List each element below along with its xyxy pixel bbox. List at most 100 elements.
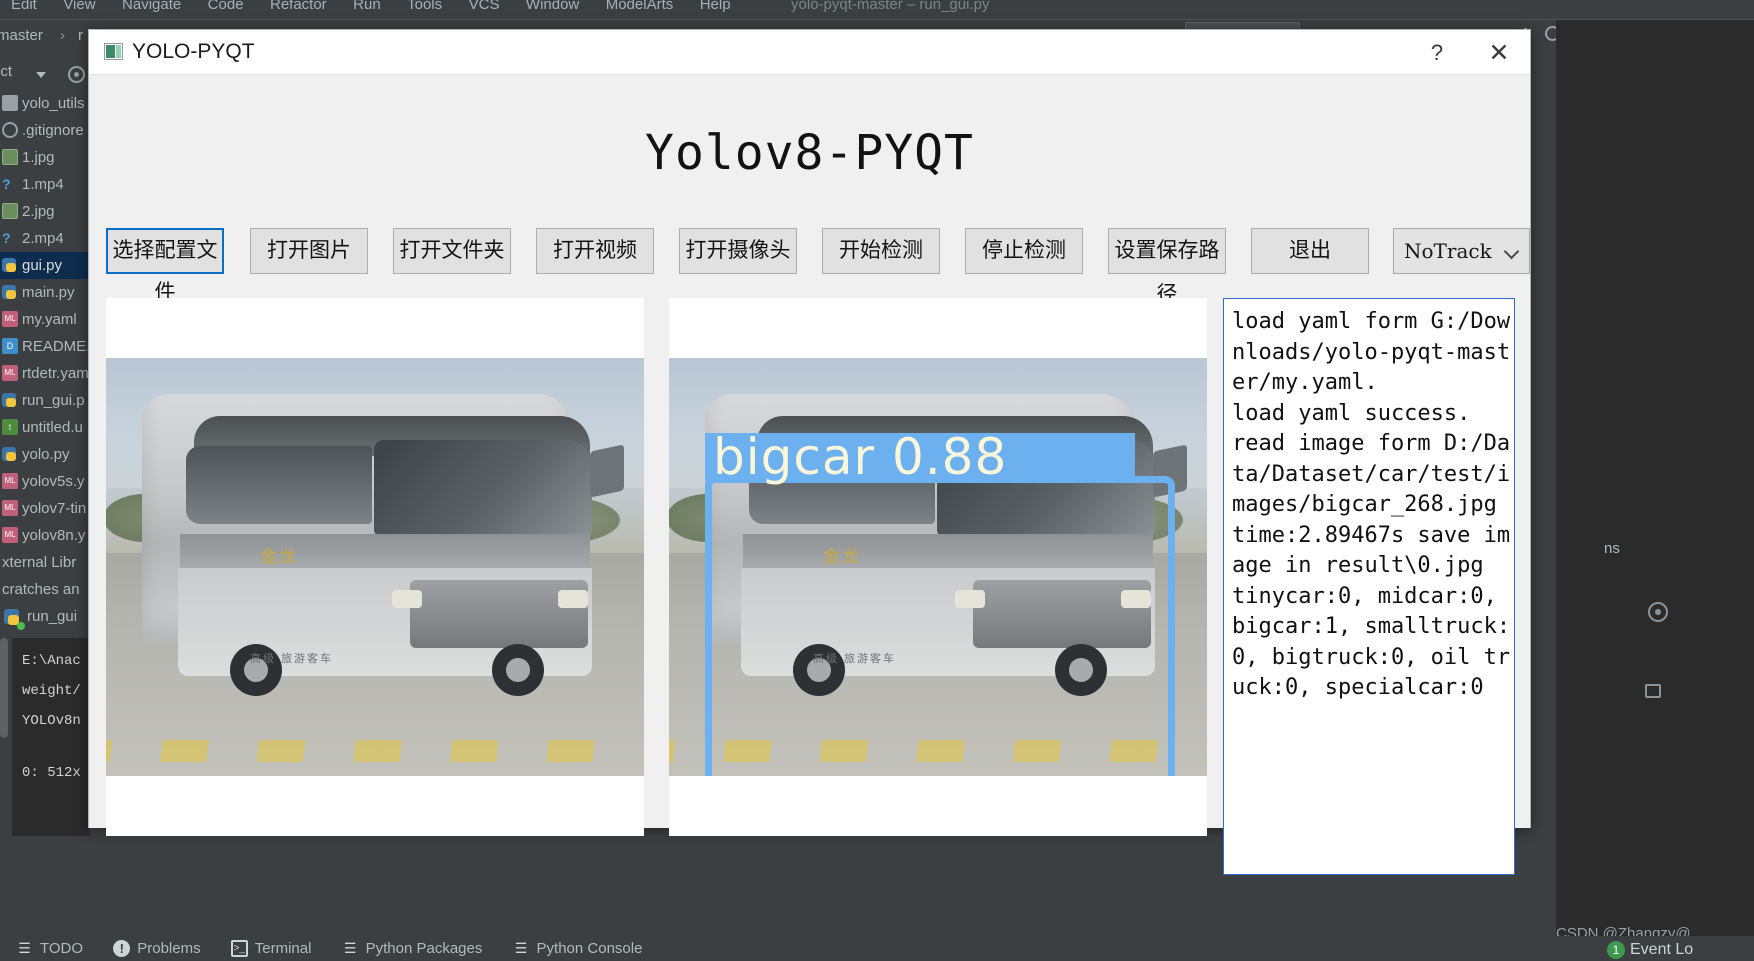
tree-item-external-libraries[interactable]: xternal Libr [0, 549, 90, 576]
tree-item-run-gui-py[interactable]: run_gui.p [0, 387, 90, 414]
tree-item-gitignore[interactable]: .gitignore [0, 117, 90, 144]
event-log-label[interactable]: Event Lo [1630, 941, 1693, 959]
tree-item-untitled-ui[interactable]: t untitled.u [0, 414, 90, 441]
tree-item-label: yolov7-tin [22, 500, 87, 517]
close-icon[interactable]: ✕ [1482, 38, 1516, 68]
yaml-file-icon: ML [2, 365, 18, 381]
tool-tab-problems[interactable]: ! Problems [113, 936, 201, 961]
tree-item-1mp4[interactable]: ? 1.mp4 [0, 171, 90, 198]
tool-tab-label: TODO [40, 940, 84, 957]
tool-tab-python-packages[interactable]: ☰ Python Packages [342, 936, 483, 961]
tree-item-2jpg[interactable]: 2.jpg [0, 198, 90, 225]
tree-item-label: README. [22, 338, 90, 355]
app-window-icon [104, 43, 123, 60]
lock-icon[interactable] [1645, 684, 1661, 698]
tool-tab-todo[interactable]: ☰ TODO [16, 936, 83, 961]
menu-item-navigate[interactable]: Navigate [111, 0, 192, 14]
run-configuration-row[interactable]: run_gui [0, 600, 90, 638]
markdown-file-icon: D [2, 338, 18, 354]
log-output-text: load yaml form G:/Downloads/yolo-pyqt-ma… [1232, 309, 1511, 700]
tree-item-label: untitled.u [22, 419, 83, 436]
menu-item-edit[interactable]: Edit [0, 0, 48, 14]
tree-item-main-py[interactable]: main.py [0, 279, 90, 306]
tool-tab-python-console[interactable]: ☰ Python Console [513, 936, 643, 961]
open-image-button[interactable]: 打开图片 [250, 228, 368, 274]
terminal-icon: >_ [230, 940, 248, 957]
breadcrumb-file[interactable]: r [78, 27, 83, 44]
gear-icon[interactable] [1648, 602, 1668, 622]
stop-detect-button[interactable]: 停止检测 [965, 228, 1083, 274]
help-icon[interactable]: ? [1420, 39, 1454, 67]
tree-item-rtdetr-yaml[interactable]: ML rtdetr.yam [0, 360, 90, 387]
original-image-view[interactable]: 金龙 高级 旅游客车 [106, 298, 644, 836]
detection-result-view[interactable]: 金龙 高级 旅游客车 bigcar 0.88 [669, 298, 1207, 836]
tree-item-label: yolov5s.y [22, 473, 85, 490]
ide-window-title: yolo-pyqt-master – run_gui.py [791, 0, 990, 13]
breadcrumb-project[interactable]: -master [0, 27, 43, 44]
project-toolbar: ect [0, 58, 90, 90]
log-output-panel[interactable]: load yaml form G:/Downloads/yolo-pyqt-ma… [1223, 298, 1515, 875]
bus-logo: 金龙 [260, 547, 298, 567]
exit-button[interactable]: 退出 [1251, 228, 1369, 274]
bus-headlight [392, 590, 422, 608]
page-title: Yolov8-PYQT [645, 125, 974, 181]
tree-item-yolov7-tiny-yaml[interactable]: ML yolov7-tin [0, 495, 90, 522]
chevron-down-icon[interactable] [36, 72, 46, 78]
tree-item-gui-py[interactable]: gui.py [0, 252, 90, 279]
tree-item-label: 1.mp4 [22, 176, 64, 193]
menu-item-window[interactable]: Window [515, 0, 590, 14]
tool-tab-label: Problems [137, 940, 201, 957]
tree-item-label: gui.py [22, 257, 63, 274]
tool-tab-label: Python Console [536, 940, 643, 957]
tree-item-1jpg[interactable]: 1.jpg [0, 144, 90, 171]
open-camera-button[interactable]: 打开摄像头 [679, 228, 797, 274]
open-video-button[interactable]: 打开视频 [536, 228, 654, 274]
tree-item-yolov5s-yaml[interactable]: ML yolov5s.y [0, 468, 90, 495]
set-save-path-button[interactable]: 设置保存路径 [1108, 228, 1226, 306]
dialog-body: Yolov8-PYQT 选择配置文件 打开图片 打开文件夹 打开视频 打开摄像头… [89, 75, 1530, 875]
menu-item-vcs[interactable]: VCS [458, 0, 511, 14]
console-line: YOLOv8n [22, 713, 81, 729]
menu-item-code[interactable]: Code [197, 0, 255, 14]
open-folder-button[interactable]: 打开文件夹 [393, 228, 511, 274]
menu-item-refactor[interactable]: Refactor [259, 0, 338, 14]
tree-item-label: my.yaml [22, 311, 77, 328]
event-log-badge: 1 [1607, 941, 1625, 959]
tree-item-2mp4[interactable]: ? 2.mp4 [0, 225, 90, 252]
menu-item-view[interactable]: View [52, 0, 106, 14]
gear-icon[interactable] [68, 66, 85, 83]
tree-item-my-yaml[interactable]: ML my.yaml [0, 306, 90, 333]
tool-tab-terminal[interactable]: >_ Terminal [230, 936, 311, 961]
tree-item-scratches[interactable]: cratches an [0, 576, 90, 603]
menu-item-run[interactable]: Run [342, 0, 392, 14]
tree-item-yolo-utils[interactable]: yolo_utils [0, 90, 90, 117]
bus-photo: 金龙 高级 旅游客车 bigcar 0.88 [669, 358, 1207, 776]
tree-item-label: xternal Libr [2, 554, 77, 571]
tree-item-yolo-py[interactable]: yolo.py [0, 441, 90, 468]
image-file-icon [2, 203, 18, 219]
track-mode-select[interactable]: NoTrack [1393, 228, 1530, 274]
bus-windshield [374, 440, 592, 536]
console-scrollbar[interactable] [0, 638, 8, 738]
menu-item-modelarts[interactable]: ModelArts [595, 0, 685, 14]
folder-icon [2, 95, 18, 111]
tree-item-label: yolov8n.y [22, 527, 86, 544]
gitignore-icon [2, 122, 18, 138]
menu-item-tools[interactable]: Tools [396, 0, 453, 14]
right-panel-text: ns [1604, 540, 1620, 557]
select-config-button[interactable]: 选择配置文件 [106, 228, 224, 304]
python-file-icon [2, 392, 18, 408]
tree-item-readme[interactable]: D README. [0, 333, 90, 360]
ide-right-panel [1556, 20, 1754, 936]
ide-menu-bar: Edit View Navigate Code Refactor Run Too… [0, 0, 1754, 20]
tree-item-yolov8n-yaml[interactable]: ML yolov8n.y [0, 522, 90, 549]
dialog-title-bar[interactable]: YOLO-PYQT ? ✕ [89, 30, 1530, 75]
project-file-tree[interactable]: yolo_utils .gitignore 1.jpg ? 1.mp4 2.jp… [0, 90, 90, 650]
start-detect-button[interactable]: 开始检测 [822, 228, 940, 274]
console-line: E:\Anac [22, 653, 81, 669]
tree-item-label: run_gui.p [22, 392, 85, 409]
yaml-file-icon: ML [2, 527, 18, 543]
menu-item-help[interactable]: Help [689, 0, 742, 14]
project-panel-label: ect [0, 63, 13, 80]
python-console-icon: ☰ [514, 940, 528, 956]
